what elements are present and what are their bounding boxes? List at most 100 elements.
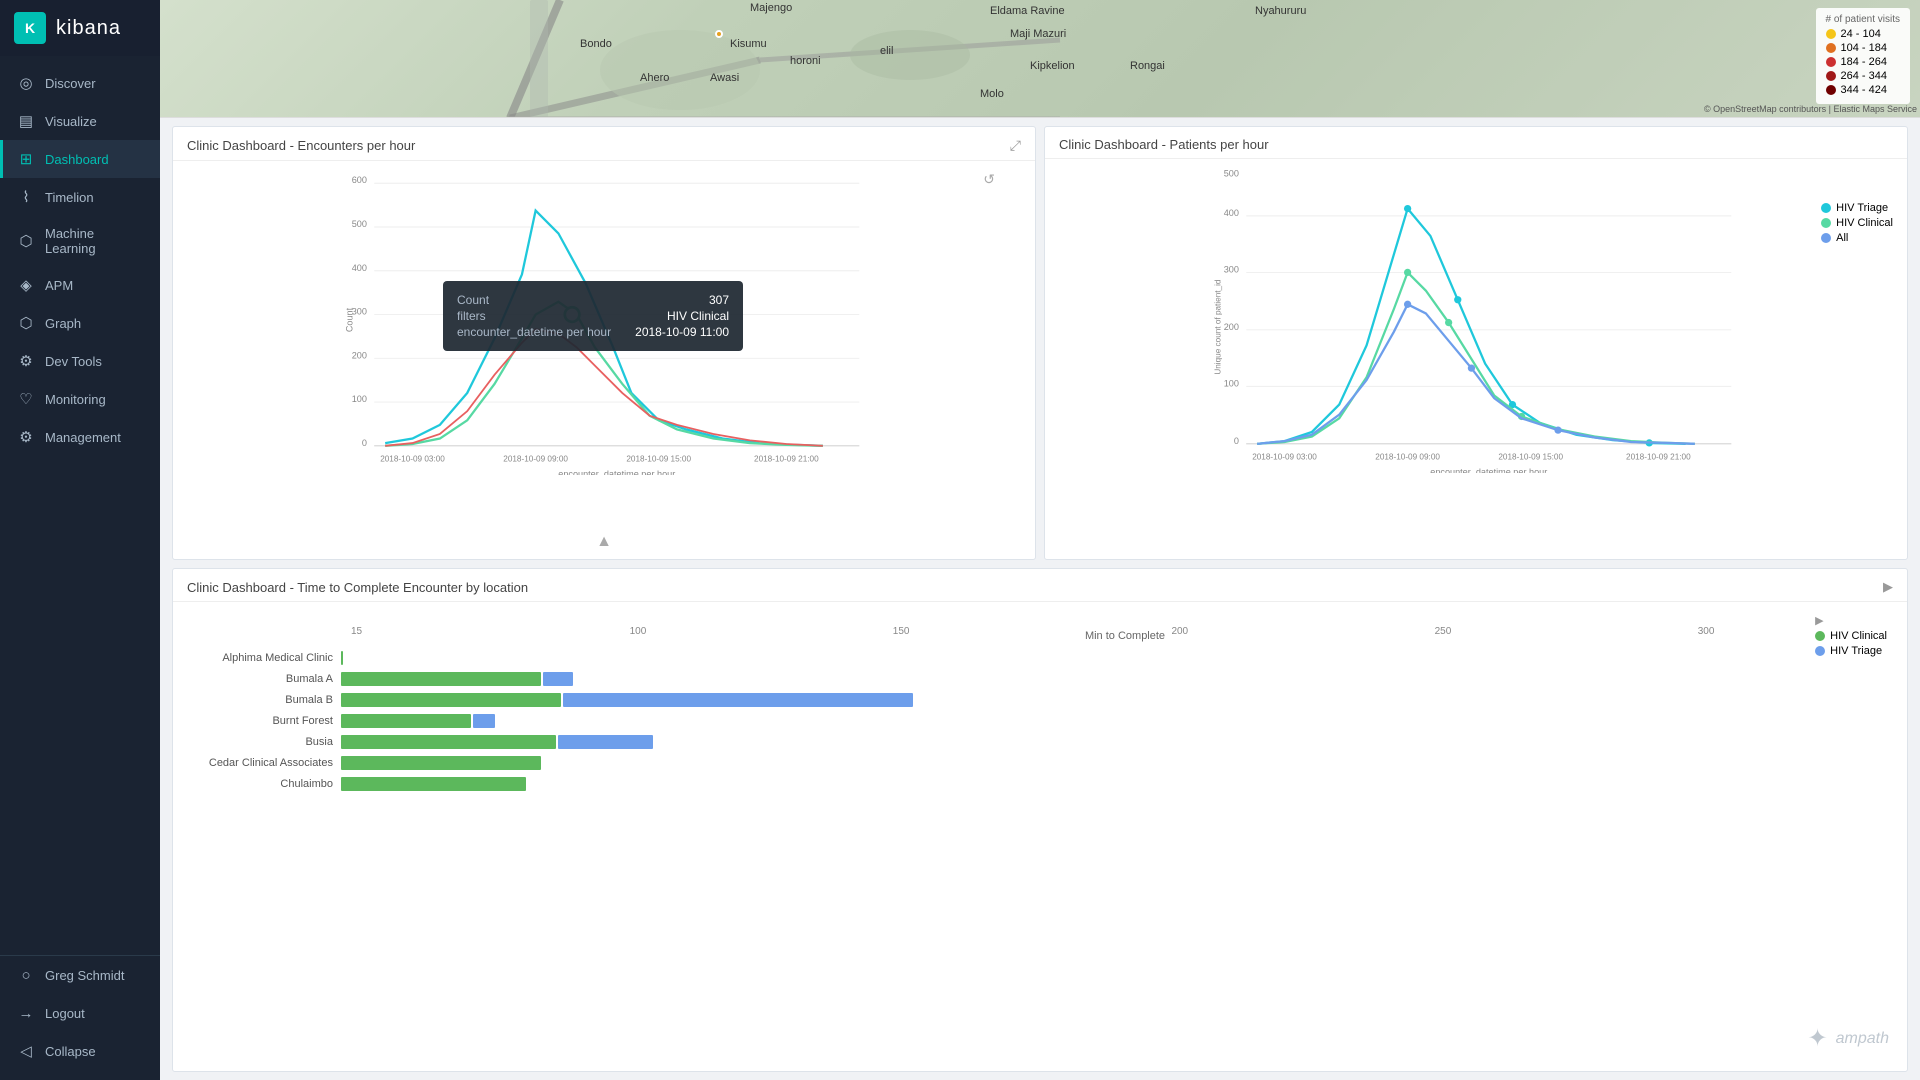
map-legend: # of patient visits 24 - 104 104 - 184 1… bbox=[1816, 8, 1910, 104]
svg-text:500: 500 bbox=[352, 219, 367, 229]
bar-row-cedar: Cedar Clinical Associates bbox=[181, 753, 1899, 773]
sidebar-item-collapse[interactable]: ◁ Collapse bbox=[0, 1032, 160, 1070]
legend-triage-dot bbox=[1821, 203, 1831, 213]
bar-blue-bumala-b bbox=[563, 693, 913, 707]
management-icon: ⚙ bbox=[17, 428, 35, 446]
bar-track-busia bbox=[341, 735, 1899, 749]
dashboard-icon: ⊞ bbox=[17, 150, 35, 168]
map-city-rongai: Rongai bbox=[1130, 60, 1165, 72]
x-axis-title: Min to Complete bbox=[351, 630, 1899, 642]
bar-label-cedar: Cedar Clinical Associates bbox=[181, 757, 341, 769]
svg-text:100: 100 bbox=[1224, 378, 1239, 388]
legend-item-2: 104 - 184 bbox=[1826, 42, 1900, 54]
bar-row-bumala-a: Bumala A bbox=[181, 669, 1899, 689]
map-city-ahero: Ahero bbox=[640, 72, 669, 84]
expand-icon-time[interactable]: ▶ bbox=[1883, 579, 1893, 595]
map-city-majengo: Majengo bbox=[750, 2, 792, 14]
sidebar-item-user[interactable]: ○ Greg Schmidt bbox=[0, 956, 160, 994]
patients-chart-body: HIV Triage HIV Clinical All 0 100 2 bbox=[1045, 159, 1907, 559]
sidebar-label-devtools: Dev Tools bbox=[45, 354, 102, 369]
expand-icon-encounters[interactable]: ⤢ bbox=[1010, 137, 1021, 154]
sidebar-item-machine-learning[interactable]: ⬡ Machine Learning bbox=[0, 216, 160, 266]
svg-text:Unique count of patient_id: Unique count of patient_id bbox=[1214, 279, 1223, 375]
svg-text:encounter_datetime per hour: encounter_datetime per hour bbox=[558, 469, 675, 475]
sidebar-label-collapse: Collapse bbox=[45, 1044, 96, 1059]
legend-hiv-clinical-bottom: HIV Clinical bbox=[1815, 630, 1887, 642]
ampath-logo: ✦ ampath bbox=[1808, 1024, 1889, 1053]
bar-green-bumala-b bbox=[341, 693, 561, 707]
bar-blue-bumala-a bbox=[543, 672, 573, 686]
legend-hiv-triage: HIV Triage bbox=[1821, 202, 1893, 214]
bar-chart-container: 15 100 150 200 250 300 Min to Complete A… bbox=[181, 608, 1899, 1065]
bar-row-busia: Busia bbox=[181, 732, 1899, 752]
time-complete-row: Clinic Dashboard - Time to Complete Enco… bbox=[160, 568, 1920, 1080]
bar-row-alphima: Alphima Medical Clinic bbox=[181, 648, 1899, 668]
logout-icon: → bbox=[17, 1004, 35, 1022]
legend-hiv-clinical: HIV Clinical bbox=[1821, 217, 1893, 229]
sidebar-label-user: Greg Schmidt bbox=[45, 968, 124, 983]
bar-row-burnt-forest: Burnt Forest bbox=[181, 711, 1899, 731]
sidebar-bottom: ○ Greg Schmidt → Logout ◁ Collapse bbox=[0, 955, 160, 1080]
legend-label-4: 264 - 344 bbox=[1841, 70, 1887, 82]
bar-label-busia: Busia bbox=[181, 736, 341, 748]
svg-text:2018-10-09 03:00: 2018-10-09 03:00 bbox=[1252, 452, 1317, 461]
bar-track-chulaimbo bbox=[341, 777, 1899, 791]
legend-label-2: 104 - 184 bbox=[1841, 42, 1887, 54]
svg-text:400: 400 bbox=[1224, 208, 1239, 218]
patients-chart-panel: Clinic Dashboard - Patients per hour HIV… bbox=[1044, 126, 1908, 560]
bar-label-chulaimbo: Chulaimbo bbox=[181, 778, 341, 790]
sidebar-item-visualize[interactable]: ▤ Visualize bbox=[0, 102, 160, 140]
legend-label-5: 344 - 424 bbox=[1841, 84, 1887, 96]
bar-label-bumala-a: Bumala A bbox=[181, 673, 341, 685]
sidebar-label-logout: Logout bbox=[45, 1006, 85, 1021]
ml-icon: ⬡ bbox=[17, 232, 35, 250]
sidebar-item-dashboard[interactable]: ⊞ Dashboard bbox=[0, 140, 160, 178]
scroll-up-indicator[interactable]: ▲ bbox=[596, 533, 612, 551]
sidebar-item-devtools[interactable]: ⚙ Dev Tools bbox=[0, 342, 160, 380]
apm-icon: ◈ bbox=[17, 276, 35, 294]
map-city-maji: Maji Mazuri bbox=[1010, 28, 1066, 40]
encounters-chart-title: Clinic Dashboard - Encounters per hour ⤢ bbox=[173, 127, 1035, 161]
bar-label-alphima: Alphima Medical Clinic bbox=[181, 652, 341, 664]
patients-legend: HIV Triage HIV Clinical All bbox=[1821, 199, 1893, 247]
sidebar-label-apm: APM bbox=[45, 278, 73, 293]
legend-expand-btn[interactable]: ▶ bbox=[1815, 614, 1887, 627]
timelion-icon: ⌇ bbox=[17, 188, 35, 206]
legend-expand-icon: ▶ bbox=[1815, 614, 1823, 627]
svg-text:2018-10-09 21:00: 2018-10-09 21:00 bbox=[754, 454, 819, 463]
legend-dot-4 bbox=[1826, 71, 1836, 81]
monitoring-icon: ♡ bbox=[17, 390, 35, 408]
svg-text:500: 500 bbox=[1224, 169, 1239, 179]
discover-icon: ◎ bbox=[17, 74, 35, 92]
bar-blue-busia bbox=[558, 735, 653, 749]
sidebar: K kibana ◎ Discover ▤ Visualize ⊞ Dashbo… bbox=[0, 0, 160, 1080]
bar-green-chulaimbo bbox=[341, 777, 526, 791]
map-city-molo: Molo bbox=[980, 88, 1004, 100]
sidebar-item-graph[interactable]: ⬡ Graph bbox=[0, 304, 160, 342]
sidebar-item-monitoring[interactable]: ♡ Monitoring bbox=[0, 380, 160, 418]
bar-green-busia bbox=[341, 735, 556, 749]
sidebar-item-timelion[interactable]: ⌇ Timelion bbox=[0, 178, 160, 216]
legend-hiv-triage-bottom: HIV Triage bbox=[1815, 645, 1887, 657]
svg-text:200: 200 bbox=[352, 350, 367, 360]
legend-triage-bottom-dot bbox=[1815, 646, 1825, 656]
encounters-chart-panel: Clinic Dashboard - Encounters per hour ⤢… bbox=[172, 126, 1036, 560]
sidebar-item-logout[interactable]: → Logout bbox=[0, 994, 160, 1032]
svg-text:2018-10-09 21:00: 2018-10-09 21:00 bbox=[1626, 452, 1691, 461]
sidebar-item-apm[interactable]: ◈ APM bbox=[0, 266, 160, 304]
map-city-eldama: Eldama Ravine bbox=[990, 5, 1065, 17]
legend-clinical-dot bbox=[1821, 218, 1831, 228]
bottom-chart-legend: ▶ HIV Clinical HIV Triage bbox=[1815, 614, 1887, 660]
refresh-icon[interactable]: ↺ bbox=[983, 171, 995, 188]
time-chart-panel: Clinic Dashboard - Time to Complete Enco… bbox=[172, 568, 1908, 1072]
legend-label-3: 184 - 264 bbox=[1841, 56, 1887, 68]
bar-label-burnt-forest: Burnt Forest bbox=[181, 715, 341, 727]
sidebar-item-discover[interactable]: ◎ Discover bbox=[0, 64, 160, 102]
map-panel: Majengo Bondo Kisumu Ahero Awasi horoni … bbox=[160, 0, 1920, 118]
bar-track-cedar bbox=[341, 756, 1899, 770]
sidebar-label-monitoring: Monitoring bbox=[45, 392, 106, 407]
sidebar-item-management[interactable]: ⚙ Management bbox=[0, 418, 160, 456]
app-logo[interactable]: K kibana bbox=[0, 0, 160, 56]
bar-green-alphima bbox=[341, 651, 343, 665]
visualize-icon: ▤ bbox=[17, 112, 35, 130]
